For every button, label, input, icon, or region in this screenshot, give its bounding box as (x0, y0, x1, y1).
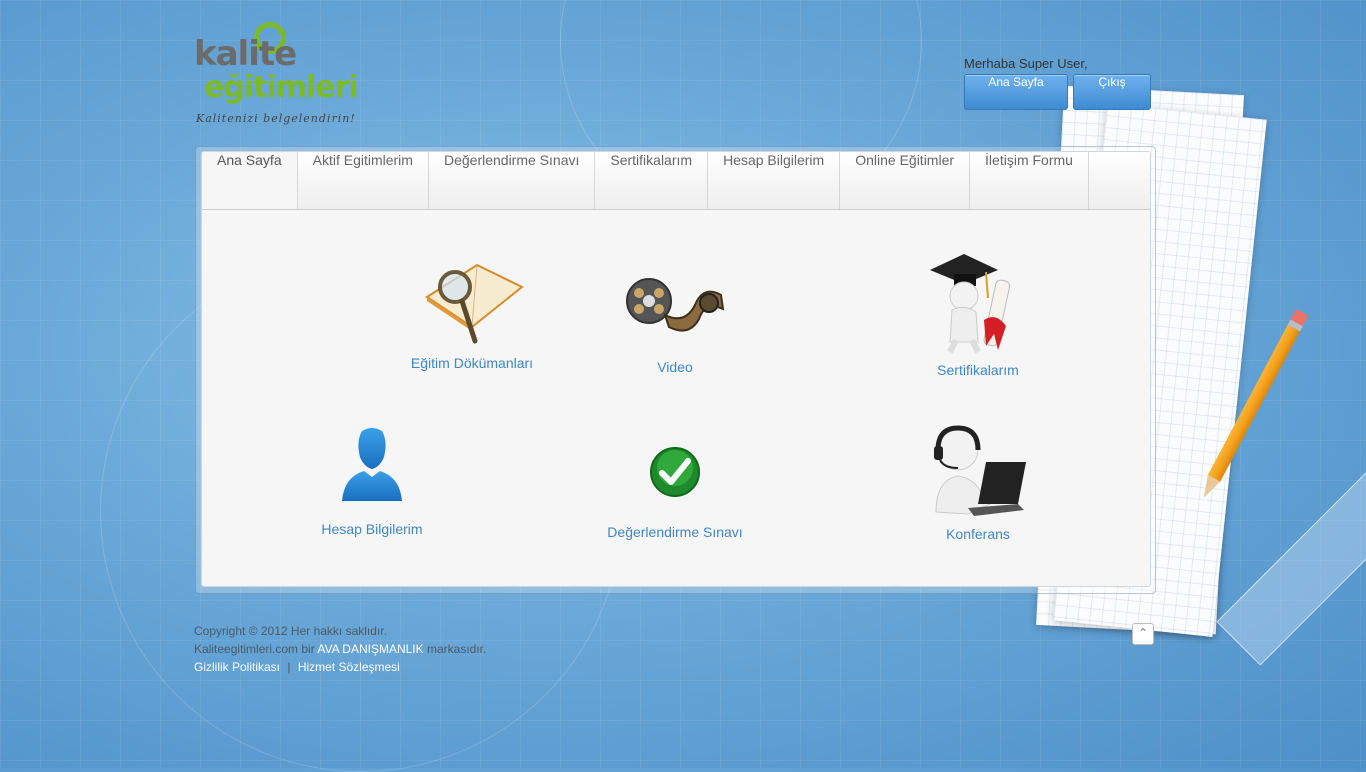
tab-bar: Ana Sayfa Aktif Egitimlerim Değerlendirm… (202, 152, 1150, 210)
tab-sertifikalarim[interactable]: Sertifikalarım (595, 152, 709, 209)
tab-hesap-bilgilerim[interactable]: Hesap Bilgilerim (708, 152, 841, 209)
logo-tagline: Kalitenizi belgelendirin! (196, 112, 356, 125)
terms-link[interactable]: Hizmet Sözleşmesi (298, 660, 400, 674)
brand-suffix: markasıdır. (426, 642, 487, 656)
tab-aktif-egitimlerim[interactable]: Aktif Egitimlerim (298, 152, 429, 209)
brand-prefix: Kaliteegitimleri.com bir (194, 642, 315, 656)
footer-separator: | (287, 660, 291, 674)
site-logo[interactable]: kalite eğitimleri Kalitenizi belgelendir… (194, 22, 364, 128)
tab-degerlendirme-sinavi[interactable]: Değerlendirme Sınavı (429, 152, 596, 209)
home-button[interactable]: Ana Sayfa (964, 74, 1068, 110)
user-greeting: Merhaba Super User, (964, 56, 1088, 71)
user-silhouette-icon (342, 428, 402, 501)
tile-label: Değerlendirme Sınavı (607, 524, 743, 540)
tab-online-egitimler[interactable]: Online Eğitimler (840, 152, 971, 209)
brand-line: Kaliteegitimleri.com bir AVA DANIŞMANLIK… (194, 640, 486, 658)
logo-line1: kalite (194, 34, 297, 74)
logout-button[interactable]: Çıkış (1073, 74, 1151, 110)
footer-links: Gizlilik Politikası | Hizmet Sözleşmesi (194, 658, 486, 676)
tile-sertifikalarim[interactable]: Sertifikalarım (878, 252, 1078, 378)
film-reel-icon (626, 278, 725, 332)
tab-iletisim-formu[interactable]: İletişim Formu (970, 152, 1089, 209)
main-card: Ana Sayfa Aktif Egitimlerim Değerlendirm… (201, 151, 1151, 587)
tile-label: Konferans (946, 526, 1010, 542)
logo-line2: eğitimleri (204, 70, 359, 105)
chevron-up-icon: ⌃ (1137, 626, 1149, 640)
privacy-link[interactable]: Gizlilik Politikası (194, 660, 280, 674)
headset-laptop-icon (934, 425, 1026, 516)
copyright-text: Copyright © 2012 Her hakkı saklıdır. (194, 624, 387, 638)
green-check-icon (650, 447, 700, 497)
tile-video[interactable]: Video (575, 267, 775, 377)
footer: Copyright © 2012 Her hakkı saklıdır. Kal… (194, 622, 486, 676)
tile-label: Sertifikalarım (937, 362, 1019, 378)
tile-konferans[interactable]: Konferans (878, 422, 1078, 547)
book-magnifier-icon (425, 263, 524, 344)
scroll-top-button[interactable]: ⌃ (1132, 623, 1154, 645)
tile-egitim-dokumanlari[interactable]: Eğitim Dökümanları (372, 257, 572, 377)
tile-hesap-bilgilerim[interactable]: Hesap Bilgilerim (272, 427, 472, 542)
tile-degerlendirme-sinavi[interactable]: Değerlendirme Sınavı (575, 442, 775, 542)
tile-label: Eğitim Dökümanları (410, 355, 534, 371)
tile-label: Hesap Bilgilerim (321, 521, 423, 537)
tab-ana-sayfa[interactable]: Ana Sayfa (202, 152, 298, 209)
brand-link[interactable]: AVA DANIŞMANLIK (317, 642, 423, 656)
graduate-diploma-icon (930, 254, 1011, 354)
tile-label: Video (657, 359, 693, 375)
